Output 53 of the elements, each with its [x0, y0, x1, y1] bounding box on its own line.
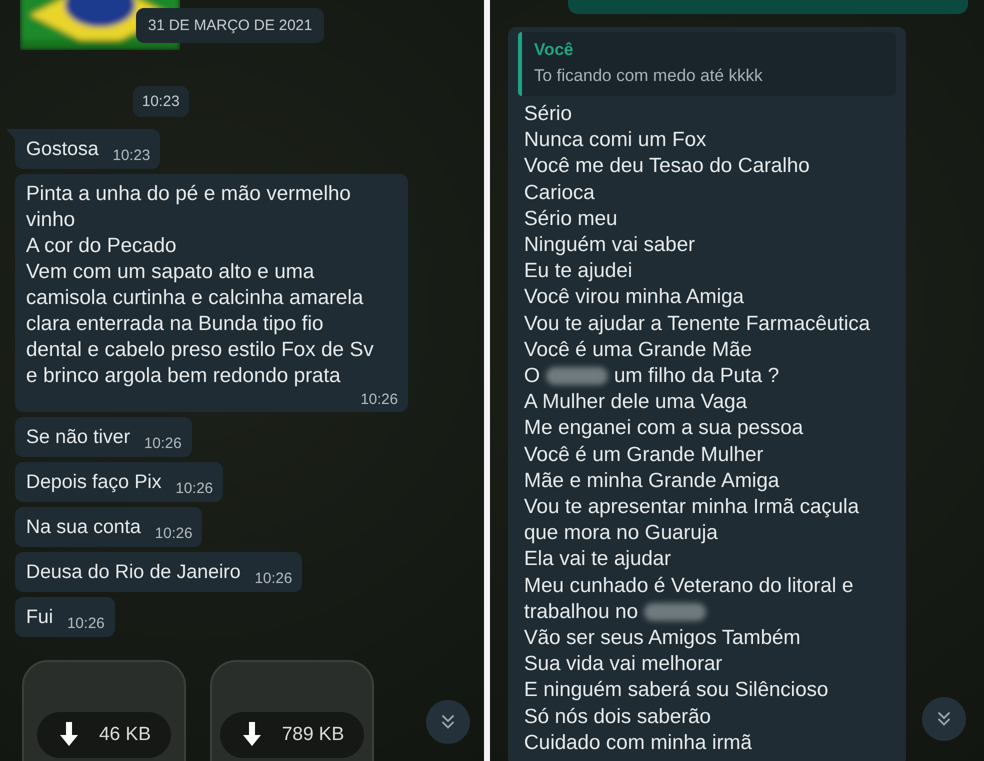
message-text: Na sua conta [26, 515, 141, 540]
redaction-blur [546, 367, 608, 386]
message-time: 10:26 [360, 391, 398, 408]
scroll-down-button[interactable] [426, 700, 470, 744]
message-text: Fui [26, 605, 54, 630]
message-line: Você me deu Tesao do Caralho [524, 153, 811, 180]
message-line: Meu cunhado é Veterano do litoral e [524, 572, 854, 599]
message-time: 10:26 [154, 525, 192, 542]
message-line: Eu te ajudei [524, 258, 634, 284]
message-line: O [524, 363, 540, 390]
message-line: Carioca [524, 180, 596, 206]
message-line: Cuidado com minha irmã [524, 730, 753, 756]
message-line: um filho da Puta ? [614, 363, 780, 390]
message-text: Gostosa [26, 137, 99, 162]
message-line: Vão ser seus Amigos Também [524, 625, 802, 652]
message-line: que mora no Guaruja [524, 520, 719, 546]
message-time: 10:26 [67, 615, 105, 632]
message-line: Ela vai te ajudar [524, 546, 672, 572]
message-line: Sério [524, 101, 573, 127]
message-line: Você virou minha Amiga [524, 284, 745, 310]
message-time: 10:26 [254, 570, 292, 587]
message-line: Sua vida vai melhorar [524, 651, 724, 678]
download-button[interactable]: 46 KB [37, 712, 171, 758]
time-chip: 10:23 [133, 86, 189, 117]
message-line: A Mulher dele uma Vaga [524, 389, 748, 416]
message-line: Vou te ajudar a Tenente Farmacêutica [524, 310, 872, 337]
redaction-blur [644, 602, 706, 621]
message-line: Nunca comi um Fox [524, 127, 708, 154]
media-thumbnail[interactable]: 46 KB [22, 660, 186, 761]
download-button[interactable]: 789 KB [220, 712, 364, 758]
message-line: Você é um Grande Mulher [524, 442, 764, 468]
message-line: trabalhou no [524, 598, 638, 625]
message-line: E ninguém saberá sou Silêncioso [524, 677, 830, 704]
quote-text: To ficando com medo até kkkk [534, 66, 764, 86]
message-text: Pinta a unha do pé e mão vermelho vinho A cor do Pecado Vem com um sapato alto e uma camisola curtinha e calcinha amarela clara enterrada na Bunda tipo fio dental e cabelo preso estilo Fox de Sv e brinco argola bem redondo prata [26, 181, 375, 389]
message-time: 10:26 [175, 480, 214, 497]
message-line: Você é uma Grande Mãe [524, 336, 753, 363]
message-line: Ninguém vai saber [524, 232, 696, 258]
quoted-message[interactable]: Você To ficando com medo até kkkk [518, 32, 896, 96]
date-chip: 31 DE MARÇO DE 2021 [136, 8, 324, 43]
message-time: 10:23 [112, 147, 150, 164]
message-text: Depois faço Pix [26, 470, 162, 495]
scroll-down-button[interactable] [922, 697, 966, 741]
message-text: Deusa do Rio de Janeiro [26, 560, 241, 585]
message-line: Me enganei com a sua pessoa [524, 415, 804, 442]
message-line: Sério meu [524, 206, 618, 232]
message-line: Vou te apresentar minha Irmã caçula [524, 494, 860, 520]
quote-author: Você [534, 40, 574, 60]
media-thumbnail[interactable]: 789 KB [210, 660, 374, 761]
message-text: Se não tiver [26, 425, 130, 450]
message-line: Só nós dois saberão [524, 704, 712, 730]
message-time: 10:26 [144, 435, 182, 452]
message-line: Mãe e minha Grande Amiga [524, 468, 780, 494]
